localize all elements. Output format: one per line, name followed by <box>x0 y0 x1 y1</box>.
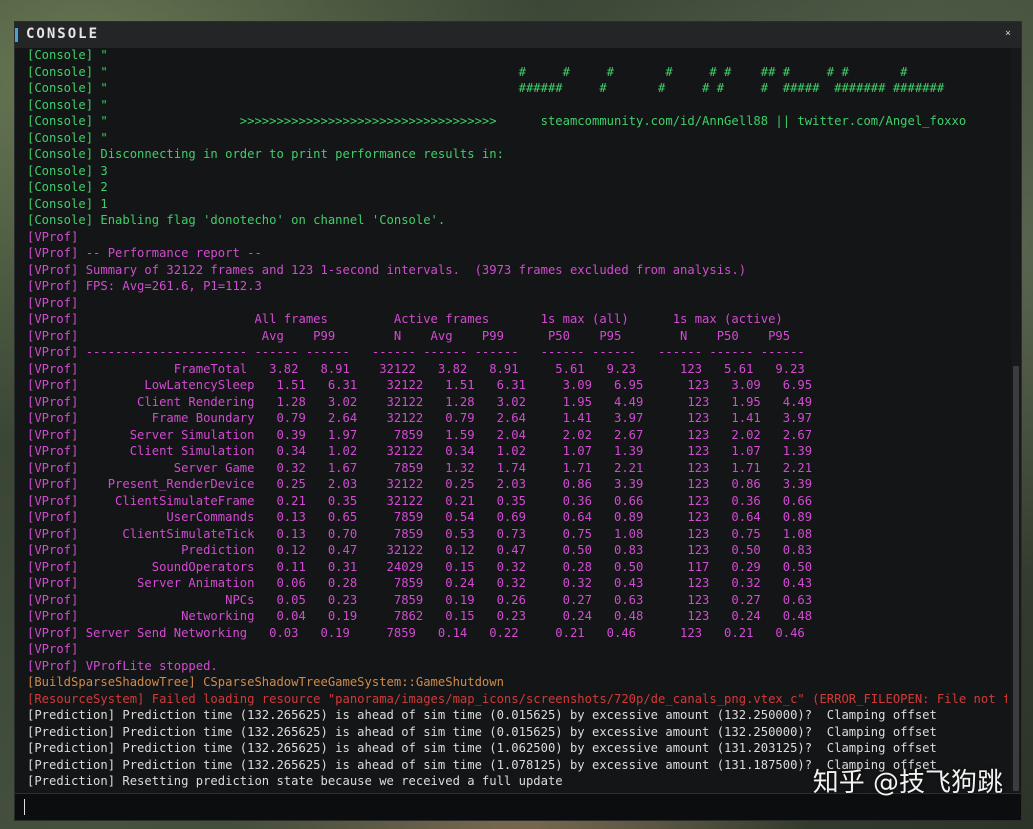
log-line-vprof: [VProf] UserCommands 0.13 0.65 7859 0.54… <box>27 510 813 524</box>
log-line-vprof: [VProf] VProfLite stopped. <box>27 658 218 673</box>
log-line-vprof: [VProf] ClientSimulateTick 0.13 0.70 785… <box>27 526 813 541</box>
title-accent-bar <box>15 28 18 42</box>
log-line-vprof: [VProf] <box>27 229 79 244</box>
console-command-input[interactable] <box>21 797 1015 819</box>
log-line-console: [Console] 2 <box>27 180 108 194</box>
console-title-bar[interactable]: CONSOLE × <box>15 22 1021 49</box>
console-scrollbar[interactable] <box>1011 48 1021 793</box>
log-line-vprof: [VProf] NPCs 0.05 0.23 7859 0.19 0.26 0.… <box>27 592 813 607</box>
console-log-lines: [Console] " [Console] " # # # # # # ## # … <box>27 48 1007 790</box>
log-line-vprof: [VProf] ---------------------- ------ --… <box>27 345 805 359</box>
console-window: CONSOLE × [Console] " [Console] " # # # #… <box>14 21 1022 821</box>
log-line-console: [Console] " <box>27 130 108 145</box>
log-line-vprof: [VProf] Server Game 0.32 1.67 7859 1.32 … <box>27 460 813 475</box>
log-line-pred: [Prediction] Prediction time (132.265625… <box>27 724 937 739</box>
log-line-vprof: [VProf] Present_RenderDevice 0.25 2.03 3… <box>27 477 813 491</box>
log-line-vprof: [VProf] -- Performance report -- <box>27 246 262 260</box>
log-line-vprof: [VProf] SoundOperators 0.11 0.31 24029 0… <box>27 559 813 574</box>
log-line-error: [ResourceSystem] Failed loading resource… <box>27 691 1007 706</box>
log-line-vprof: [VProf] Networking 0.04 0.19 7862 0.15 0… <box>27 609 813 623</box>
log-line-vprof: [VProf] LowLatencySleep 1.51 6.31 32122 … <box>27 378 813 392</box>
log-line-vprof: [VProf] All frames Active frames 1s max … <box>27 312 783 326</box>
log-line-console: [Console] 3 <box>27 163 108 178</box>
log-line-console: [Console] " <box>27 97 108 112</box>
log-line-console: [Console] " >>>>>>>>>>>>>>>>>>>>>>>>>>>>… <box>27 114 967 128</box>
log-line-vprof: [VProf] Frame Boundary 0.79 2.64 32122 0… <box>27 411 813 425</box>
log-line-console: [Console] 1 <box>27 196 108 211</box>
console-title: CONSOLE <box>26 26 100 42</box>
log-line-vprof: [VProf] ClientSimulateFrame 0.21 0.35 32… <box>27 493 813 508</box>
log-line-console: [Console] " # # # # # # ## # # # # <box>27 64 908 79</box>
log-line-vprof: [VProf] Client Rendering 1.28 3.02 32122… <box>27 394 813 409</box>
log-line-pred: [Prediction] Prediction time (132.265625… <box>27 708 937 722</box>
log-line-console: [Console] Disconnecting in order to prin… <box>27 147 504 161</box>
log-line-vprof: [VProf] Avg P99 N Avg P99 P50 P95 N P50 … <box>27 328 791 343</box>
console-log-area[interactable]: [Console] " [Console] " # # # # # # ## # … <box>15 48 1021 793</box>
log-line-vprof: [VProf] FPS: Avg=261.6, P1=112.3 <box>27 279 262 293</box>
log-line-build: [BuildSparseShadowTree] CSparseShadowTre… <box>27 675 504 689</box>
log-line-vprof: [VProf] Summary of 32122 frames and 123 … <box>27 262 747 277</box>
log-line-console: [Console] " ###### # # # # # ##### #####… <box>27 81 945 95</box>
log-line-console: [Console] " <box>27 48 108 62</box>
log-line-console: [Console] Enabling flag 'donotecho' on c… <box>27 213 446 227</box>
log-line-vprof: [VProf] Server Send Networking 0.03 0.19… <box>27 625 805 640</box>
log-line-vprof: [VProf] Server Simulation 0.39 1.97 7859… <box>27 427 813 442</box>
log-line-pred: [Prediction] Prediction time (132.265625… <box>27 741 937 755</box>
log-line-vprof: [VProf] <box>27 642 79 656</box>
scrollbar-thumb[interactable] <box>1013 366 1019 791</box>
log-line-vprof: [VProf] <box>27 295 79 310</box>
log-line-vprof: [VProf] FrameTotal 3.82 8.91 32122 3.82 … <box>27 361 805 376</box>
zhihu-watermark: 知乎 @技飞狗跳 <box>812 768 1003 798</box>
log-line-vprof: [VProf] Server Animation 0.06 0.28 7859 … <box>27 576 813 590</box>
log-line-vprof: [VProf] Client Simulation 0.34 1.02 3212… <box>27 444 813 458</box>
close-button[interactable]: × <box>1001 26 1015 42</box>
log-line-vprof: [VProf] Prediction 0.12 0.47 32122 0.12 … <box>27 543 813 557</box>
